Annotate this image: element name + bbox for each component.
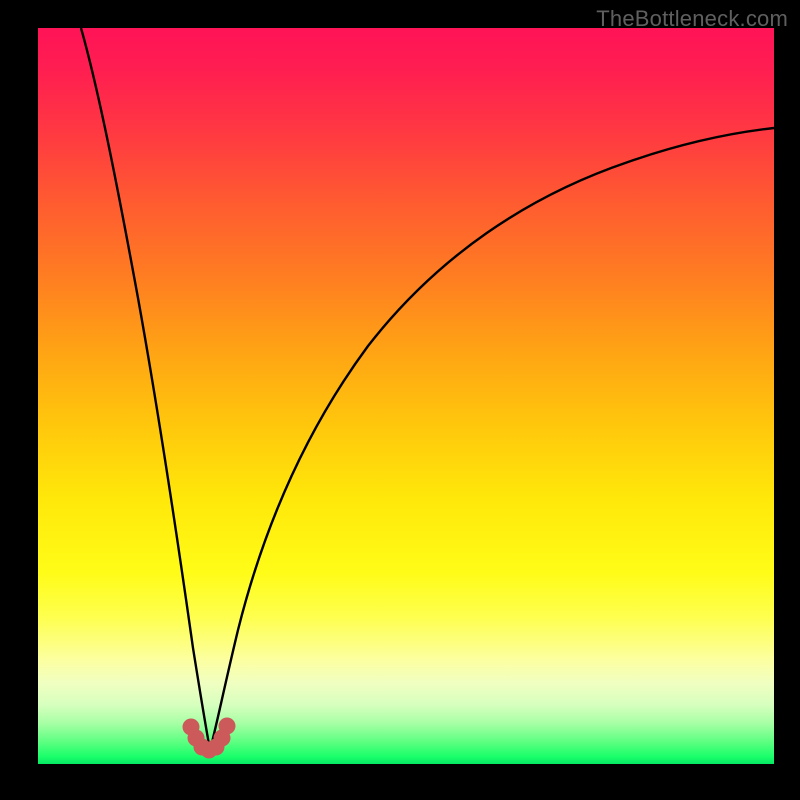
outer-frame: TheBottleneck.com xyxy=(0,0,800,800)
curve-right-branch xyxy=(210,128,774,750)
chart-curves xyxy=(38,28,774,764)
curve-left-branch xyxy=(81,28,210,750)
plot-area xyxy=(38,28,774,764)
watermark-text: TheBottleneck.com xyxy=(596,6,788,32)
